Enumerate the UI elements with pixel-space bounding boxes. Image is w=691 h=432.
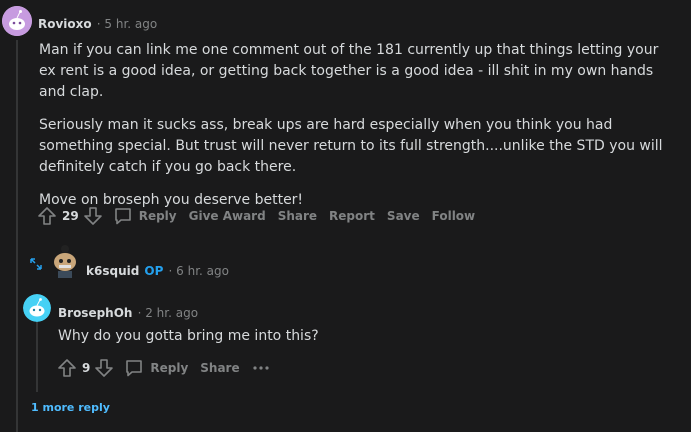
more-replies-link[interactable]: 1 more reply — [31, 401, 110, 414]
share-button[interactable]: Share — [200, 361, 239, 375]
comment-action-bar: 9 Reply Share — [57, 358, 270, 378]
follow-button[interactable]: Follow — [432, 209, 476, 223]
snoo-avatar-icon — [2, 6, 32, 36]
vote-count: 29 — [62, 209, 79, 223]
comment-action-bar: 29 Reply Give Award Share Report Save Fo… — [37, 206, 487, 226]
ellipsis-icon[interactable] — [252, 358, 270, 378]
username[interactable]: Rovioxo — [38, 17, 92, 31]
username[interactable]: BrosephOh — [58, 306, 132, 320]
snoo-avatar-icon — [23, 294, 51, 322]
comment-bubble-icon[interactable] — [113, 206, 133, 226]
collapsed-comment-header: k6squid OP · 6 hr. ago — [86, 264, 229, 278]
timestamp[interactable]: 5 hr. ago — [104, 17, 157, 31]
comment-paragraph: Seriously man it sucks ass, break ups ar… — [39, 117, 663, 175]
downvote-icon[interactable] — [83, 206, 103, 226]
save-button[interactable]: Save — [387, 209, 420, 223]
comment-header: BrosephOh · 2 hr. ago — [58, 306, 199, 320]
comment-body: Man if you can link me one comment out o… — [39, 40, 669, 211]
username[interactable]: k6squid — [86, 264, 139, 278]
share-button[interactable]: Share — [278, 209, 317, 223]
timestamp[interactable]: 6 hr. ago — [176, 264, 229, 278]
vote-count: 9 — [82, 361, 91, 375]
expand-icon[interactable] — [30, 258, 42, 270]
comment-header: Rovioxo · 5 hr. ago — [38, 17, 158, 31]
downvote-icon[interactable] — [94, 358, 114, 378]
thread-line-nested[interactable] — [36, 322, 38, 392]
comment-body: Why do you gotta bring me into this? — [58, 328, 319, 344]
avatar-brosephoh[interactable] — [23, 294, 51, 322]
avatar-rovioxo[interactable] — [2, 6, 32, 36]
thread-line-main[interactable] — [16, 40, 18, 432]
give-award-button[interactable]: Give Award — [189, 209, 266, 223]
reply-button[interactable]: Reply — [150, 361, 188, 375]
reply-button[interactable]: Reply — [139, 209, 177, 223]
timestamp[interactable]: 2 hr. ago — [145, 306, 198, 320]
upvote-icon[interactable] — [37, 206, 57, 226]
comment-paragraph: Man if you can link me one comment out o… — [39, 42, 659, 100]
snoo-avatar-icon — [54, 245, 76, 278]
op-badge: OP — [144, 264, 164, 278]
upvote-icon[interactable] — [57, 358, 77, 378]
report-button[interactable]: Report — [329, 209, 375, 223]
avatar-k6squid[interactable] — [50, 244, 80, 278]
comment-bubble-icon[interactable] — [124, 358, 144, 378]
